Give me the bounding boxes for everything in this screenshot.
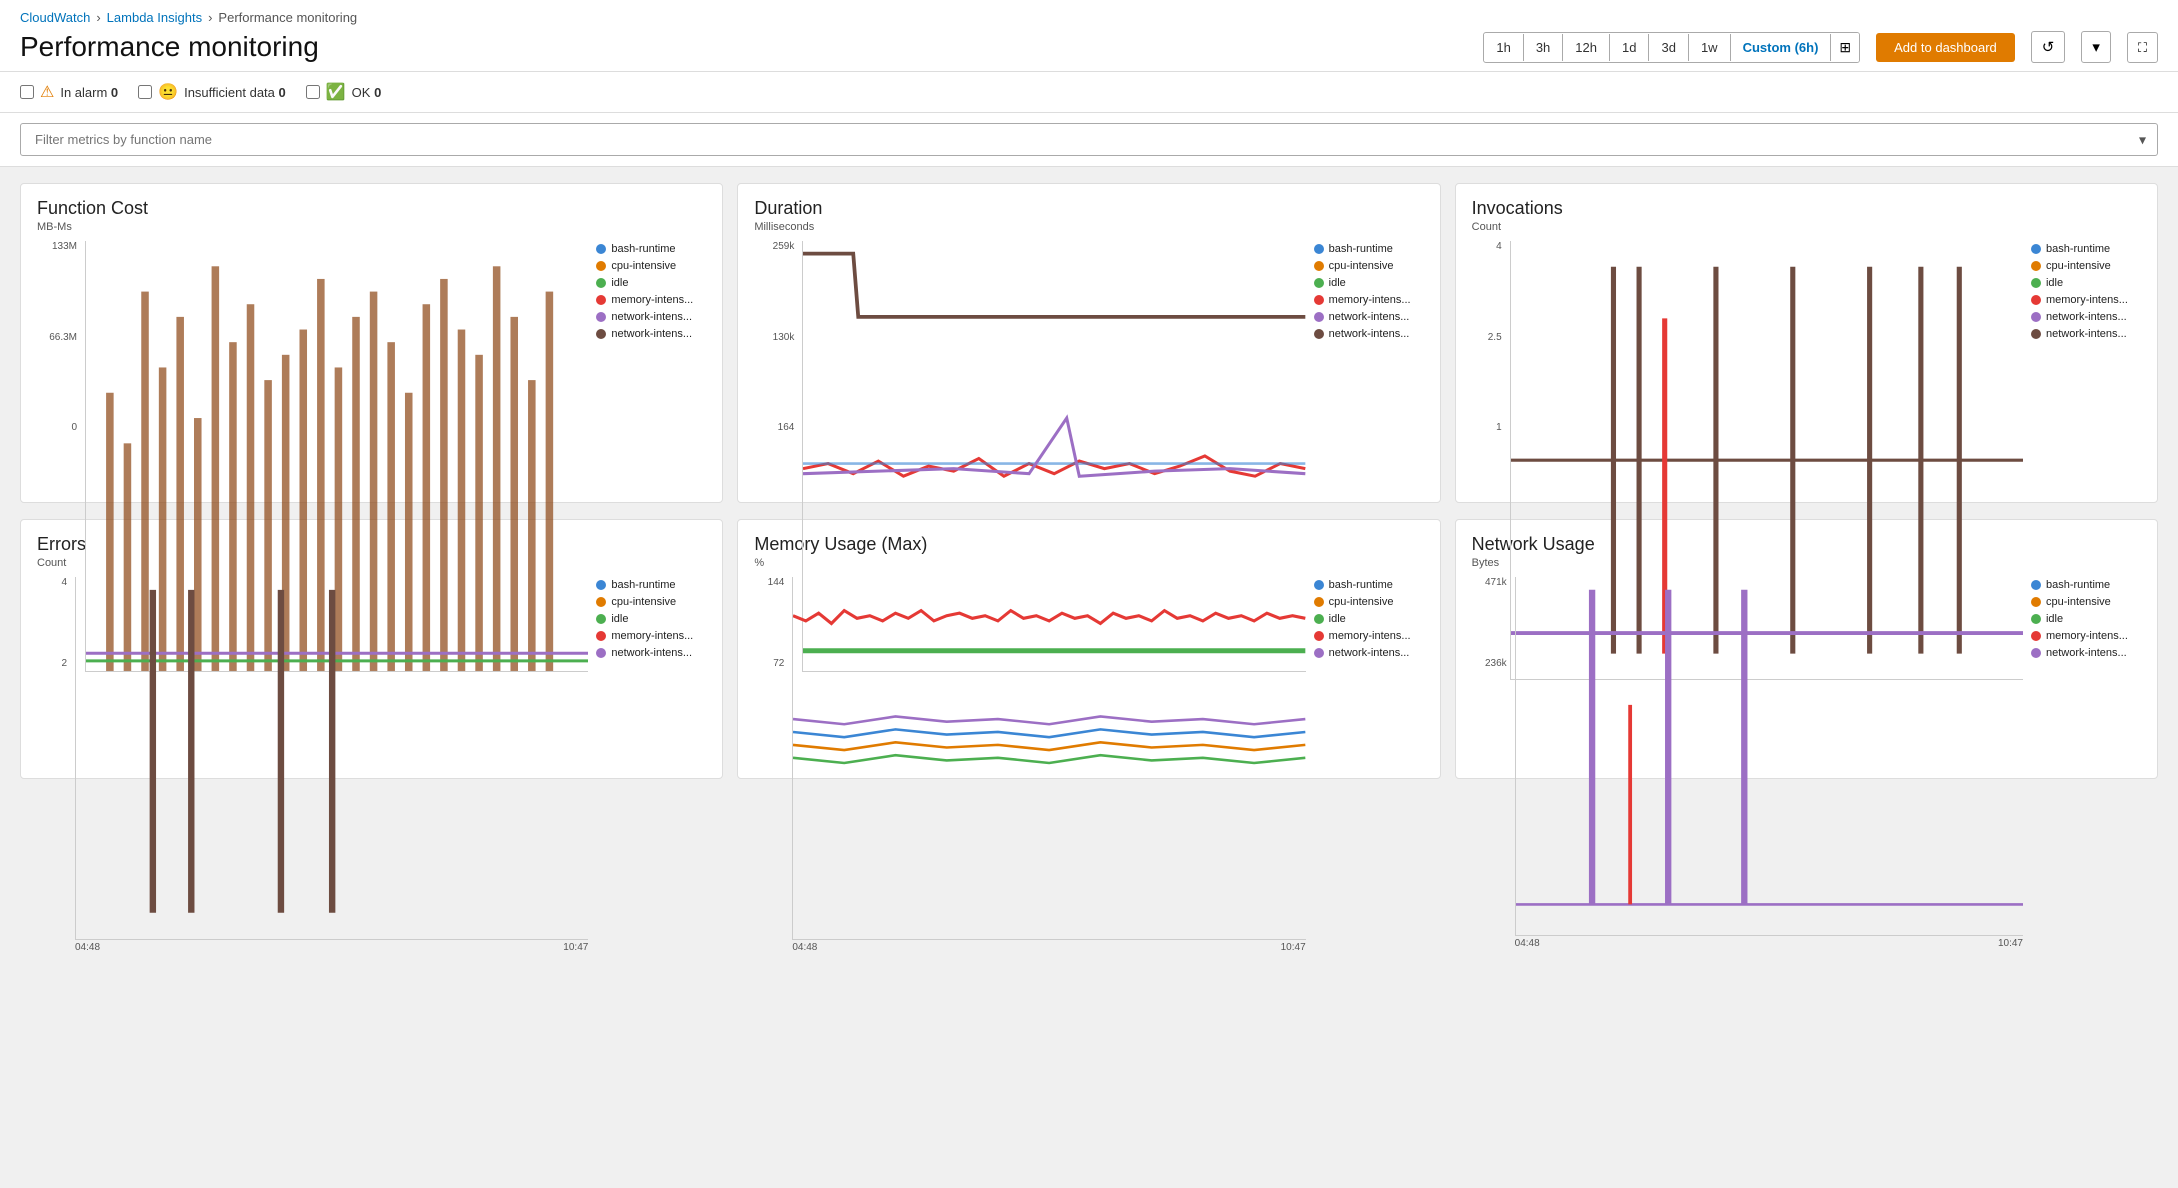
memory-y-top: 144 <box>754 577 784 588</box>
invocations-subtitle: Count <box>1472 221 2141 233</box>
legend-network2: network-intens... <box>596 328 706 340</box>
refresh-button[interactable]: ↺ <box>2031 31 2066 63</box>
time-1h[interactable]: 1h <box>1484 34 1523 61</box>
errors-x-start: 04:48 <box>75 942 100 953</box>
network-legend: bash-runtime cpu-intensive idle memory-i… <box>2031 577 2141 757</box>
duration-subtitle: Milliseconds <box>754 221 1423 233</box>
in-alarm-label: In alarm 0 <box>60 85 118 100</box>
memory-x-end: 10:47 <box>1281 942 1306 953</box>
duration-legend: bash-runtime cpu-intensive idle memory-i… <box>1314 241 1424 451</box>
time-3d[interactable]: 3d <box>1649 34 1688 61</box>
time-3h[interactable]: 3h <box>1524 34 1563 61</box>
invocations-chart: Invocations Count 4 2.5 1 <box>1455 183 2158 503</box>
invoc-y-mid: 2.5 <box>1472 332 1502 343</box>
duration-title: Duration <box>754 198 1423 219</box>
insufficient-label: Insufficient data 0 <box>184 85 286 100</box>
filter-input[interactable] <box>20 123 2158 156</box>
breadcrumb: CloudWatch › Lambda Insights › Performan… <box>20 10 2158 25</box>
errors-x-end: 10:47 <box>563 942 588 953</box>
ok-checkbox[interactable] <box>306 85 320 99</box>
network-y-top: 471k <box>1472 577 1507 588</box>
duration-y-top: 259k <box>754 241 794 252</box>
ok-label: OK 0 <box>352 85 382 100</box>
in-alarm-filter: ⚠ In alarm 0 <box>20 82 118 102</box>
fullscreen-icon: ⛶ <box>2138 40 2147 55</box>
legend-cpu: cpu-intensive <box>596 260 706 272</box>
ok-icon: ✅ <box>326 82 346 102</box>
alarm-filter-row: ⚠ In alarm 0 😐 Insufficient data 0 ✅ OK … <box>0 72 2178 113</box>
time-range-selector: 1h 3h 12h 1d 3d 1w Custom (6h) ⊞ <box>1483 32 1860 63</box>
errors-y-mid: 2 <box>37 658 67 669</box>
time-1w[interactable]: 1w <box>1689 34 1731 61</box>
insufficient-data-filter: 😐 Insufficient data 0 <box>138 82 286 102</box>
memory-svg <box>793 577 1305 939</box>
function-cost-legend: bash-runtime cpu-intensive idle memory-i… <box>596 241 706 451</box>
memory-x-start: 04:48 <box>792 942 817 953</box>
add-to-dashboard-button[interactable]: Add to dashboard <box>1876 33 2015 62</box>
function-cost-chart: Function Cost MB-Ms 133M 66.3M 0 <box>20 183 723 503</box>
network-x-end: 10:47 <box>1998 938 2023 949</box>
memory-legend: bash-runtime cpu-intensive idle memory-i… <box>1314 577 1424 757</box>
warning-icon: ⚠ <box>40 82 54 102</box>
breadcrumb-cloudwatch[interactable]: CloudWatch <box>20 10 90 25</box>
dropdown-button[interactable]: ▾ <box>2081 31 2111 63</box>
chevron-down-icon: ▾ <box>2092 39 2100 56</box>
page-title: Performance monitoring <box>20 31 1467 63</box>
legend-bash: bash-runtime <box>596 243 706 255</box>
time-1d[interactable]: 1d <box>1610 34 1649 61</box>
network-y-mid: 236k <box>1472 658 1507 669</box>
in-alarm-checkbox[interactable] <box>20 85 34 99</box>
fullscreen-button[interactable]: ⛶ <box>2127 32 2158 63</box>
memory-y-mid: 72 <box>754 658 784 669</box>
errors-y-top: 4 <box>37 577 67 588</box>
function-cost-subtitle: MB-Ms <box>37 221 706 233</box>
errors-svg <box>76 577 588 939</box>
invoc-y-top: 4 <box>1472 241 1502 252</box>
y-label-mid: 66.3M <box>37 332 77 343</box>
charts-grid: Function Cost MB-Ms 133M 66.3M 0 <box>0 167 2178 519</box>
invocations-title: Invocations <box>1472 198 2141 219</box>
network-x-start: 04:48 <box>1515 938 1540 949</box>
y-label-top: 133M <box>37 241 77 252</box>
errors-legend: bash-runtime cpu-intensive idle memory-i… <box>596 577 706 757</box>
calendar-icon[interactable]: ⊞ <box>1831 33 1859 62</box>
time-custom[interactable]: Custom (6h) <box>1731 34 1832 61</box>
invoc-y-bot: 1 <box>1472 422 1502 433</box>
insufficient-checkbox[interactable] <box>138 85 152 99</box>
network-svg <box>1516 577 2023 935</box>
filter-bar: ▾ <box>0 113 2178 167</box>
legend-memory: memory-intens... <box>596 294 706 306</box>
y-label-bot: 0 <box>37 422 77 433</box>
refresh-icon: ↺ <box>2042 39 2055 56</box>
insufficient-icon: 😐 <box>158 82 178 102</box>
ok-filter: ✅ OK 0 <box>306 82 382 102</box>
legend-idle: idle <box>596 277 706 289</box>
function-cost-title: Function Cost <box>37 198 706 219</box>
legend-network1: network-intens... <box>596 311 706 323</box>
duration-y-mid: 130k <box>754 332 794 343</box>
time-12h[interactable]: 12h <box>1563 34 1610 61</box>
invocations-legend: bash-runtime cpu-intensive idle memory-i… <box>2031 241 2141 451</box>
breadcrumb-current: Performance monitoring <box>218 10 357 25</box>
duration-chart: Duration Milliseconds 259k 130k 164 <box>737 183 1440 503</box>
duration-y-bot: 164 <box>754 422 794 433</box>
breadcrumb-lambda[interactable]: Lambda Insights <box>107 10 202 25</box>
